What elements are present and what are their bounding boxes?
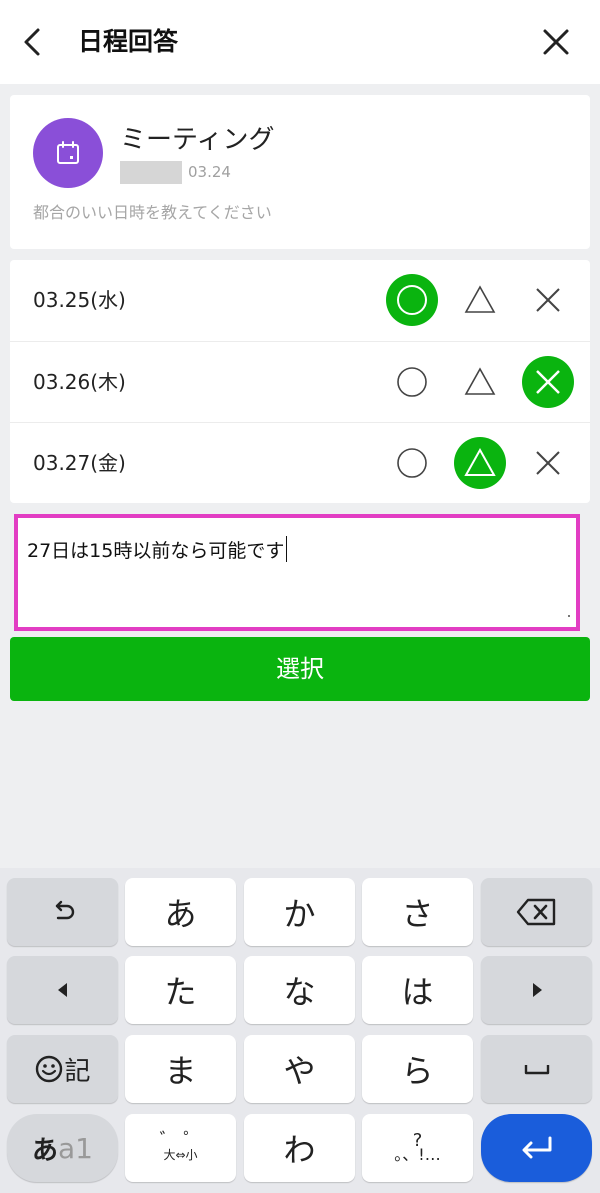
key-ma[interactable]: ま: [125, 1035, 236, 1103]
triangle-icon: [464, 285, 496, 313]
emoji-icon: [36, 1055, 63, 1083]
dakuten-label: ゛ ゜: [159, 1130, 202, 1151]
option-unavailable-button[interactable]: [522, 437, 574, 489]
space-icon: [524, 1065, 549, 1075]
key-ka[interactable]: か: [244, 878, 355, 946]
text-caret: [286, 536, 288, 562]
calendar-icon: [57, 141, 79, 164]
backspace-key[interactable]: [481, 878, 592, 946]
punct-bottom-label: 。、!…: [394, 1145, 441, 1164]
key-na[interactable]: な: [244, 956, 355, 1024]
resize-handle[interactable]: [568, 615, 570, 617]
back-button[interactable]: [16, 24, 52, 60]
circle-icon: [397, 448, 427, 478]
key-ya[interactable]: や: [244, 1035, 355, 1103]
mode-label-kana: あ: [32, 1135, 59, 1166]
triangle-icon: [464, 367, 496, 395]
date-row: 03.26(木): [10, 341, 590, 422]
app-header: 日程回答: [0, 0, 600, 84]
circle-icon: [397, 285, 427, 315]
emoji-key[interactable]: 記: [7, 1035, 118, 1103]
comment-value: 27日は15時以前なら可能です: [27, 540, 285, 562]
cross-icon: [536, 288, 560, 312]
backspace-icon: [516, 898, 555, 926]
cursor-left-key[interactable]: [7, 956, 118, 1024]
event-avatar: [33, 118, 103, 188]
option-available-button[interactable]: [386, 437, 438, 489]
redacted-organizer: [120, 161, 182, 184]
input-mode-key[interactable]: あ a1: [7, 1114, 118, 1182]
option-available-button[interactable]: [386, 274, 438, 326]
key-sa[interactable]: さ: [362, 878, 473, 946]
cursor-right-key[interactable]: [481, 956, 592, 1024]
option-available-button[interactable]: [386, 356, 438, 408]
space-key[interactable]: [481, 1035, 592, 1103]
event-card: ミーティング 03.24 都合のいい日時を教えてください: [10, 95, 590, 249]
date-label: 03.27(金): [33, 451, 126, 475]
option-maybe-button[interactable]: [454, 274, 506, 326]
event-name: ミーティング: [120, 125, 275, 155]
circle-icon: [397, 367, 427, 397]
comment-text: 27日は15時以前なら可能です: [27, 536, 288, 565]
keyboard: あ か さ た な は 記 ま や ら あ a1 ゛ ゜ 大⇔小 わ ? 。、!…: [0, 868, 600, 1193]
mode-label-alnum: a1: [58, 1131, 93, 1165]
undo-icon: [55, 900, 74, 920]
date-options-list: 03.25(水) 03.26(木) 03.27(金): [10, 260, 590, 503]
page-title: 日程回答: [78, 27, 179, 56]
key-a[interactable]: あ: [125, 878, 236, 946]
comment-textarea[interactable]: 27日は15時以前なら可能です: [14, 514, 580, 631]
event-description: 都合のいい日時を教えてください: [33, 203, 272, 222]
close-button[interactable]: [538, 24, 574, 60]
cross-icon: [536, 451, 560, 475]
size-toggle-label: 大⇔小: [163, 1148, 198, 1162]
date-label: 03.25(水): [33, 288, 126, 312]
key-ra[interactable]: ら: [362, 1035, 473, 1103]
option-maybe-button[interactable]: [454, 356, 506, 408]
option-maybe-button[interactable]: [454, 437, 506, 489]
cross-icon: [536, 370, 560, 394]
key-ta[interactable]: た: [125, 956, 236, 1024]
option-unavailable-button[interactable]: [522, 356, 574, 408]
arrow-right-icon: [532, 983, 542, 997]
date-label: 03.26(木): [33, 370, 126, 394]
dakuten-key[interactable]: ゛ ゜ 大⇔小: [125, 1114, 236, 1182]
close-icon: [543, 29, 569, 55]
date-row: 03.25(水): [10, 260, 590, 341]
arrow-left-icon: [57, 983, 67, 997]
chevron-left-icon: [24, 28, 40, 56]
date-row: 03.27(金): [10, 422, 590, 503]
enter-key[interactable]: [481, 1114, 592, 1182]
key-ha[interactable]: は: [362, 956, 473, 1024]
punctuation-key[interactable]: ? 。、!…: [362, 1114, 473, 1182]
enter-icon: [522, 1136, 551, 1159]
select-button[interactable]: 選択: [10, 637, 590, 701]
event-date: 03.24: [188, 163, 231, 181]
emoji-key-label: 記: [64, 1056, 91, 1087]
option-unavailable-button[interactable]: [522, 274, 574, 326]
triangle-icon: [464, 447, 496, 476]
undo-key[interactable]: [7, 878, 118, 946]
key-wa[interactable]: わ: [244, 1114, 355, 1182]
